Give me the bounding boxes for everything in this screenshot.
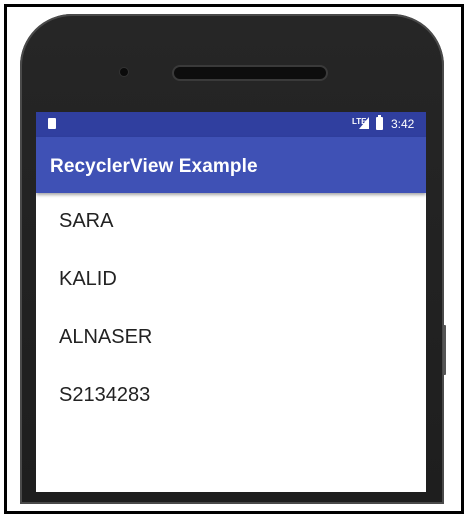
list-item[interactable]: ALNASER xyxy=(36,312,426,370)
side-button xyxy=(443,325,446,375)
list-item-text: ALNASER xyxy=(59,326,153,348)
status-time: 3:42 xyxy=(391,117,415,131)
list-item[interactable]: S2134283 xyxy=(36,370,426,428)
list-item-text: SARA xyxy=(59,210,114,232)
front-camera-icon xyxy=(120,68,128,76)
list-item[interactable]: KALID xyxy=(36,254,426,312)
phone-screen: LTE 3:42 RecyclerView Example SARA KALID… xyxy=(36,112,426,492)
signal-strength-icon xyxy=(359,117,369,129)
battery-icon xyxy=(376,115,383,130)
earpiece-speaker xyxy=(174,67,326,79)
recycler-list[interactable]: SARA KALID ALNASER S2134283 xyxy=(36,196,426,428)
list-item[interactable]: SARA xyxy=(36,196,426,254)
app-title: RecyclerView Example xyxy=(50,156,258,177)
list-item-text: KALID xyxy=(59,268,117,290)
status-bar: LTE 3:42 xyxy=(36,112,426,137)
sim-card-icon xyxy=(48,118,56,129)
list-item-text: S2134283 xyxy=(59,384,151,406)
app-bar: RecyclerView Example xyxy=(36,137,426,193)
